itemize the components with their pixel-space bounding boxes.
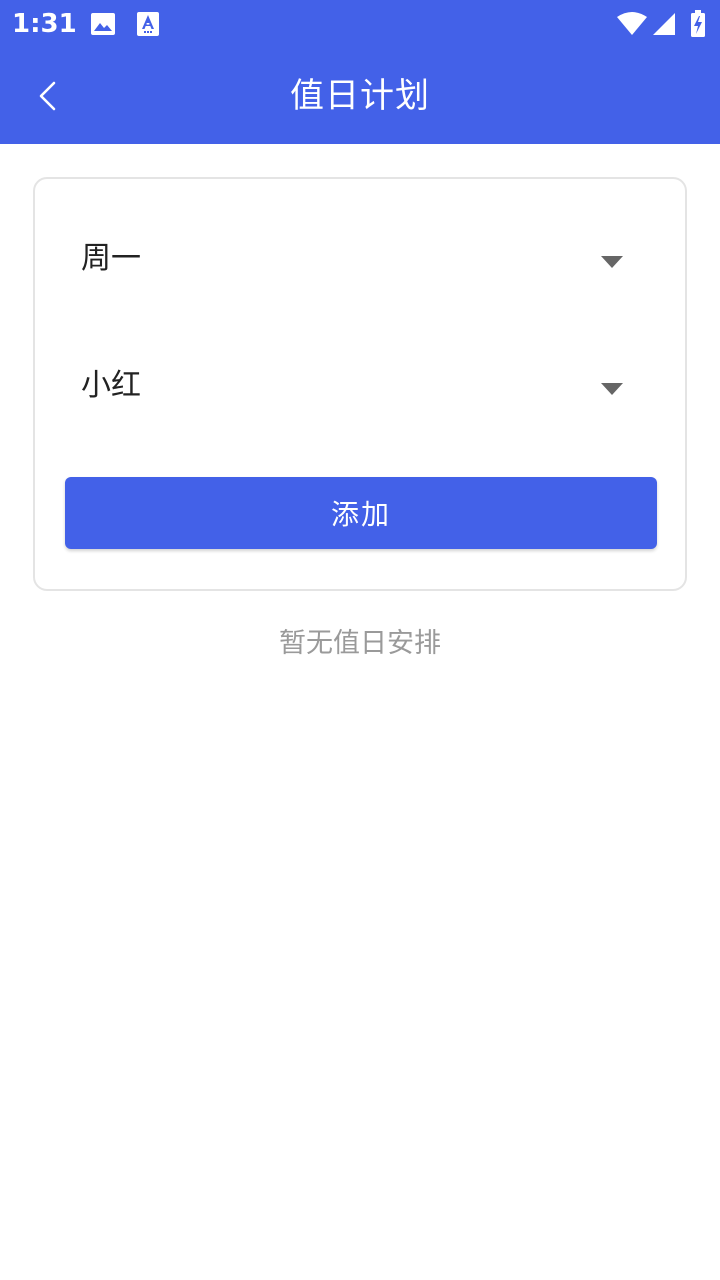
cellular-signal-icon xyxy=(652,12,676,40)
duty-form-card: 周一 小红 添加 xyxy=(33,177,687,591)
dropdown-arrow-icon xyxy=(601,253,623,268)
status-bar: 1:31 xyxy=(0,0,720,48)
dropdown-arrow-icon xyxy=(601,380,623,395)
wifi-icon xyxy=(616,12,648,40)
add-button[interactable]: 添加 xyxy=(65,477,657,549)
person-select[interactable]: 小红 xyxy=(65,346,659,426)
font-download-icon xyxy=(136,11,160,41)
back-button[interactable] xyxy=(22,72,70,120)
status-time: 1:31 xyxy=(12,9,77,39)
image-icon xyxy=(90,12,116,40)
page-title: 值日计划 xyxy=(290,76,430,116)
app-bar: 值日计划 xyxy=(0,48,720,144)
day-select-value: 周一 xyxy=(81,241,141,276)
empty-state-message: 暂无值日安排 xyxy=(279,628,441,659)
day-select[interactable]: 周一 xyxy=(65,219,659,299)
battery-charging-icon xyxy=(690,10,706,42)
chevron-left-icon xyxy=(22,81,70,124)
person-select-value: 小红 xyxy=(81,368,141,403)
